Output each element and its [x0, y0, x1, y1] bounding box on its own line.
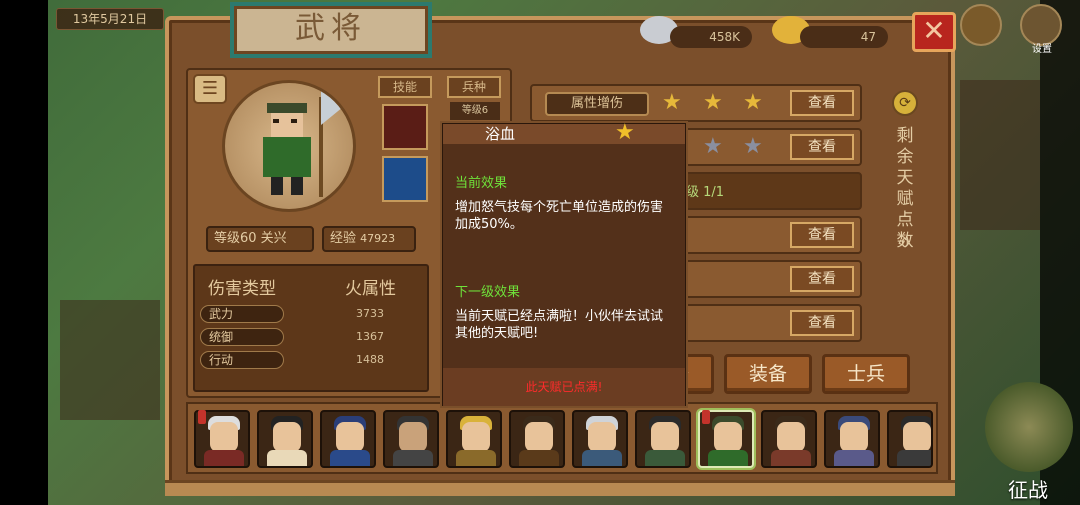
hero-portrait[interactable] [509, 410, 565, 468]
maxed-notice: 此天赋已点满! [525, 380, 603, 394]
remaining-points-label: 剩余天赋点数 [896, 126, 914, 251]
notification-badge [198, 410, 206, 424]
star-icon: ★ [703, 134, 723, 159]
settings-label: 设置 [1032, 44, 1052, 55]
view-button[interactable]: 查看 [790, 222, 854, 248]
soldier-button[interactable]: 士兵 [822, 354, 910, 394]
game-screen: 13年5月21日 武将 458K 47 ✕ 设置 ☰ 技能 兵种 等级6 等级6… [0, 0, 1080, 505]
talent-progress: 级 1/1 [686, 185, 725, 200]
stat-value: 3733 [356, 307, 384, 320]
star-icon: ★ [743, 134, 763, 159]
general-sprite [263, 89, 343, 197]
notification-badge [702, 410, 710, 424]
hero-portrait[interactable] [446, 410, 502, 468]
hero-portrait[interactable] [383, 410, 439, 468]
gold-amount: 47 [800, 26, 888, 48]
star-icon: ★ [743, 90, 763, 115]
hero-portrait[interactable] [824, 410, 880, 468]
background-building [60, 300, 160, 420]
list-menu-button[interactable]: ☰ [193, 74, 227, 104]
expedition-swords-icon[interactable] [985, 382, 1073, 472]
background-building [960, 80, 1040, 230]
general-portrait [222, 80, 356, 212]
hero-portrait[interactable] [635, 410, 691, 468]
view-button[interactable]: 查看 [790, 266, 854, 292]
stat-row: 武力 3733 [200, 305, 424, 325]
equip-button[interactable]: 装备 [724, 354, 812, 394]
view-button[interactable]: 查看 [790, 90, 854, 116]
expedition-label[interactable]: 征战 [993, 474, 1063, 503]
stat-label: 统御 [200, 328, 284, 346]
view-button[interactable]: 查看 [790, 310, 854, 336]
damage-type-label: 伤害类型 [208, 279, 276, 299]
hero-portrait[interactable] [887, 410, 933, 468]
tab-troop[interactable]: 兵种 [447, 76, 501, 98]
tooltip-title: 浴血 [485, 125, 516, 143]
silver-amount: 458K [670, 26, 752, 48]
event-icon[interactable] [960, 4, 1002, 46]
tooltip-body: 当前效果 增加怒气技每个死亡单位造成的伤害加成50%。 下一级效果 当前天赋已经… [455, 172, 675, 342]
window-title: 武将 [230, 2, 432, 58]
current-effect-text: 增加怒气技每个死亡单位造成的伤害加成50%。 [455, 200, 664, 232]
exp-label-text: 经验 [330, 231, 357, 246]
current-effect-label: 当前效果 [455, 176, 508, 191]
stat-label: 武力 [200, 305, 284, 323]
refresh-icon[interactable]: ⟳ [892, 90, 918, 116]
star-icon: ★ [703, 90, 723, 115]
remaining-points-value: 0 [901, 236, 909, 250]
exp-label: 经验 47923 [322, 226, 416, 252]
star-icon: ★ [615, 120, 635, 145]
view-button[interactable]: 查看 [790, 134, 854, 160]
close-button[interactable]: ✕ [912, 12, 956, 52]
stat-value: 1488 [356, 353, 384, 366]
hero-portrait[interactable] [320, 410, 376, 468]
skill-level-tag: 等级6 [450, 102, 500, 120]
skill-icon-rage[interactable] [382, 104, 428, 150]
stat-row: 行动 1488 [200, 351, 424, 371]
damage-type-value: 火属性 [345, 279, 396, 299]
left-letterbox [0, 0, 48, 505]
hero-portrait[interactable] [761, 410, 817, 468]
stat-label: 行动 [200, 351, 284, 369]
star-icon: ★ [662, 90, 682, 115]
level-name-label: 等级60 关兴 [206, 226, 314, 252]
next-effect-label: 下一级效果 [455, 285, 521, 300]
stat-value: 1367 [356, 330, 384, 343]
hero-portrait[interactable] [572, 410, 628, 468]
hero-portrait[interactable] [257, 410, 313, 468]
tab-skill[interactable]: 技能 [378, 76, 432, 98]
talent-name: 属性增伤 [545, 92, 649, 116]
tooltip-header [443, 124, 685, 144]
date-display: 13年5月21日 [56, 8, 164, 30]
exp-value: 47923 [360, 232, 396, 245]
window-bottom-edge [165, 480, 955, 496]
stat-row: 统御 1367 [200, 328, 424, 348]
skill-icon-water[interactable] [382, 156, 428, 202]
talent-tooltip: 浴血 ★ 当前效果 增加怒气技每个死亡单位造成的伤害加成50%。 下一级效果 当… [442, 120, 686, 406]
next-effect-text: 当前天赋已经点满啦！小伙伴去试试其他的天赋吧! [455, 309, 664, 341]
